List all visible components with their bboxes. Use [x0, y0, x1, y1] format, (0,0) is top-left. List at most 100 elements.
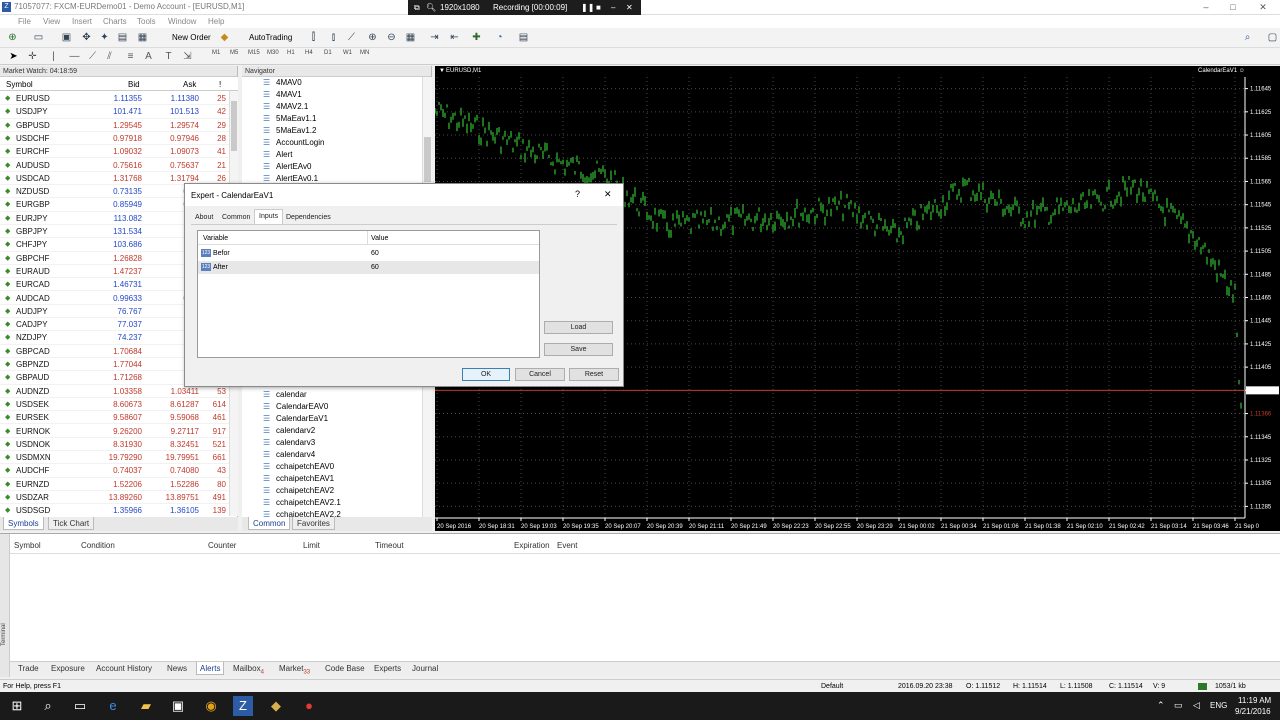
new-chart-icon[interactable]: ⊕ — [6, 31, 19, 44]
market-watch-row[interactable]: ◆ USDCHF 0.97918 0.97946 28 — [0, 132, 229, 146]
col-ask[interactable]: Ask — [183, 80, 196, 89]
col-bid[interactable]: Bid — [128, 80, 140, 89]
search-icon[interactable]: 🔍︎ — [426, 3, 436, 12]
market-watch-row[interactable]: ◆ AUDCHF 0.74037 0.74080 43 — [0, 464, 229, 478]
navigator-expert-item[interactable]: ☰ 4MAV0 — [263, 77, 302, 89]
periods-icon[interactable]: ◔ — [493, 31, 506, 44]
autotrading-button[interactable]: AutoTrading — [235, 31, 292, 45]
minimize-recorder-icon[interactable]: – — [611, 3, 615, 12]
tile-windows-icon[interactable]: ▦ — [404, 31, 417, 44]
col-symbol[interactable]: Symbol — [6, 80, 33, 89]
navigator-expert-item[interactable]: ☰ cchaipetchEAV2.1 — [263, 497, 341, 509]
navigator-expert-item[interactable]: ☰ AlertEAv0 — [263, 161, 311, 173]
alerts-col-expiration[interactable]: Expiration — [514, 541, 550, 550]
tab-alerts[interactable]: Alerts — [196, 662, 225, 675]
bar-chart-icon[interactable]: ⫿ — [307, 31, 320, 44]
tab-experts[interactable]: Experts — [371, 662, 404, 675]
vertical-line-icon[interactable]: | — [47, 50, 60, 63]
text-icon[interactable]: A — [142, 50, 155, 63]
maximize-button[interactable]: □ — [1222, 1, 1244, 13]
tray-overflow-icon[interactable]: ⌃ — [1157, 700, 1165, 711]
tab-account-history[interactable]: Account History — [93, 662, 155, 675]
alerts-col-counter[interactable]: Counter — [208, 541, 236, 550]
alerts-col-limit[interactable]: Limit — [303, 541, 320, 550]
market-watch-row[interactable]: ◆ GBPUSD 1.29545 1.29574 29 — [0, 119, 229, 132]
timeframe-mn[interactable]: MN — [360, 50, 369, 56]
navigator-expert-item[interactable]: ☰ CalendarEaV1 — [263, 413, 328, 425]
metaeditor-icon[interactable]: ◆ — [266, 696, 286, 716]
camera-icon[interactable]: ■ — [596, 3, 601, 12]
menu-help[interactable]: Help — [208, 17, 224, 26]
timeframe-m1[interactable]: M1 — [212, 50, 220, 56]
search-icon[interactable]: ⌕ — [1241, 31, 1254, 44]
dialog-tab-inputs[interactable]: Inputs — [254, 209, 284, 224]
recorder-icon[interactable]: ● — [299, 696, 319, 716]
timeframe-w1[interactable]: W1 — [343, 50, 352, 56]
timeframe-h4[interactable]: H4 — [305, 50, 313, 56]
menu-insert[interactable]: Insert — [72, 17, 92, 26]
channel-icon[interactable]: ⫽ — [103, 50, 116, 63]
alerts-col-event[interactable]: Event — [557, 541, 577, 550]
menu-window[interactable]: Window — [168, 17, 196, 26]
scrollbar-thumb[interactable] — [231, 101, 237, 151]
network-icon[interactable]: ▭ — [1174, 700, 1183, 711]
dialog-close-button[interactable]: ✕ — [604, 189, 612, 200]
fibonacci-icon[interactable]: ≡ — [124, 50, 137, 63]
templates-icon[interactable]: ▤ — [517, 31, 530, 44]
metaeditor-icon[interactable]: ◆ — [218, 31, 231, 44]
edge-icon[interactable]: e — [103, 696, 123, 716]
timeframe-m30[interactable]: M30 — [267, 50, 279, 56]
volume-icon[interactable]: ◁ — [1193, 700, 1200, 711]
market-watch-row[interactable]: ◆ USDSEK 8.60673 8.61287 614 — [0, 398, 229, 412]
navigator-expert-item[interactable]: ☰ cchaipetchEAV2 — [263, 485, 334, 497]
pause-icon[interactable]: ❚❚ — [581, 3, 594, 12]
strategy-tester-icon[interactable]: ▦ — [136, 31, 149, 44]
tab-market[interactable]: Market33 — [276, 662, 313, 676]
label-icon[interactable]: T — [162, 50, 175, 63]
market-watch-row[interactable]: ◆ EURUSD 1.11355 1.11380 25 — [0, 92, 229, 106]
tab-trade[interactable]: Trade — [15, 662, 42, 675]
chat-icon[interactable]: ▢ — [1266, 31, 1279, 44]
market-watch-icon[interactable]: ▣ — [60, 31, 73, 44]
market-watch-row[interactable]: ◆ AUDUSD 0.75616 0.75637 21 — [0, 159, 229, 172]
save-button[interactable]: Save — [544, 343, 613, 356]
cursor-icon[interactable]: ➤ — [7, 50, 20, 63]
metatrader-icon[interactable]: Z — [233, 696, 253, 716]
profiles-icon[interactable]: ▭ — [32, 31, 45, 44]
market-watch-row[interactable]: ◆ USDZAR 13.89260 13.89751 491 — [0, 491, 229, 505]
tab-common[interactable]: Common — [248, 517, 291, 530]
ok-button[interactable]: OK — [462, 368, 510, 381]
tab-tick-chart[interactable]: Tick Chart — [48, 517, 95, 530]
market-watch-row[interactable]: ◆ USDNOK 8.31930 8.32451 521 — [0, 438, 229, 452]
close-button[interactable]: ✕ — [1252, 1, 1274, 13]
candle-chart-icon[interactable]: ⫾ — [327, 31, 340, 44]
tab-journal[interactable]: Journal — [409, 662, 441, 675]
indicators-icon[interactable]: ✚ — [470, 31, 483, 44]
menu-tools[interactable]: Tools — [137, 17, 156, 26]
tab-symbols[interactable]: Symbols — [3, 517, 44, 530]
navigator-expert-item[interactable]: ☰ 4MAV1 — [263, 89, 302, 101]
autoscroll-icon[interactable]: ⇤ — [448, 31, 461, 44]
alerts-col-timeout[interactable]: Timeout — [375, 541, 404, 550]
horizontal-line-icon[interactable]: — — [68, 50, 81, 63]
reset-button[interactable]: Reset — [569, 368, 619, 381]
search-icon[interactable]: ⌕ — [38, 696, 58, 716]
timeframe-h1[interactable]: H1 — [287, 50, 295, 56]
alerts-col-condition[interactable]: Condition — [81, 541, 115, 550]
market-watch-row[interactable]: ◆ EURSEK 9.58607 9.59068 461 — [0, 411, 229, 425]
navigator-expert-item[interactable]: ☰ AccountLogin — [263, 137, 324, 149]
clock-time[interactable]: 11:19 AM — [1238, 696, 1271, 705]
windows-start-icon[interactable]: ⊞ — [7, 696, 27, 716]
close-recorder-icon[interactable]: ✕ — [626, 3, 633, 12]
minimize-button[interactable]: – — [1195, 1, 1217, 13]
market-watch-row[interactable]: ◆ USDSGD 1.35966 1.36105 139 — [0, 504, 229, 518]
market-watch-row[interactable]: ◆ USDMXN 19.79290 19.79951 661 — [0, 451, 229, 465]
timeframe-m15[interactable]: M15 — [248, 50, 260, 56]
file-explorer-icon[interactable]: ▰ — [136, 696, 156, 716]
navigator-expert-item[interactable]: ☰ calendarv4 — [263, 449, 315, 461]
market-watch-row[interactable]: ◆ EURCHF 1.09032 1.09073 41 — [0, 145, 229, 159]
navigator-expert-item[interactable]: ☰ calendar — [263, 389, 307, 401]
dialog-tab-about[interactable]: About — [191, 211, 217, 224]
arrows-icon[interactable]: ⇲ — [181, 50, 194, 63]
load-button[interactable]: Load — [544, 321, 613, 334]
